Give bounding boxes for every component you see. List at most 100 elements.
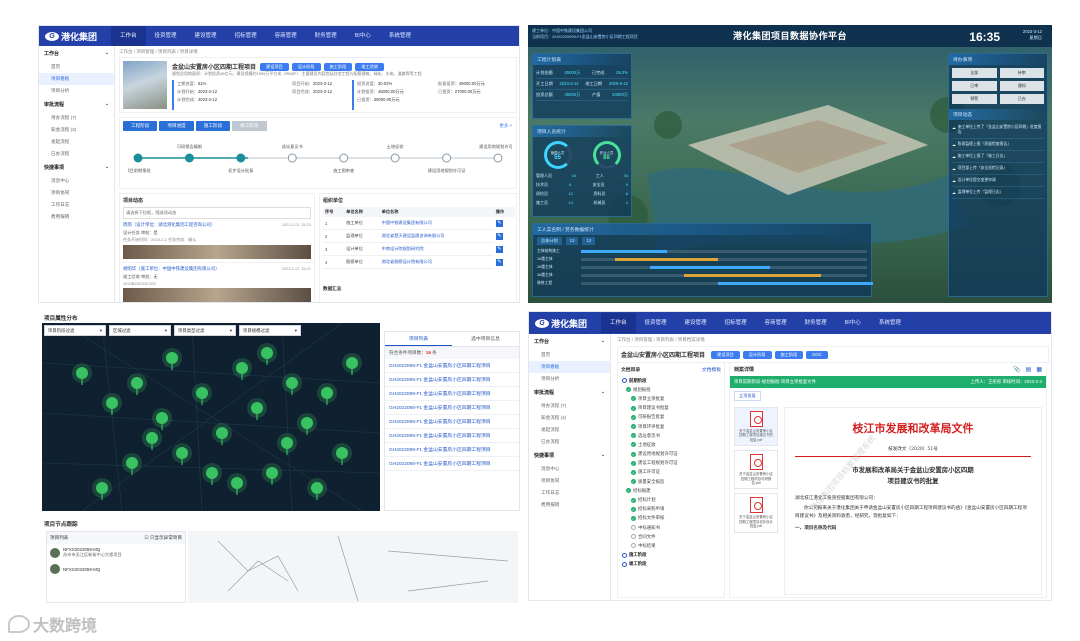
tree-item[interactable]: ✓ 可研报告批复 [622,413,720,422]
sidebar-group[interactable]: 审批流程 ⌄ [529,385,610,400]
more-link[interactable]: 更多 > [499,123,512,129]
sidebar-item[interactable]: 项目协同 [529,475,610,487]
nav-item[interactable]: 工作台 [601,313,636,333]
nav-item[interactable]: 投资管理 [636,313,676,333]
map-view[interactable]: 项目阶段过滤 ▾ 区域过滤 ▾ 项目类型过滤 ▾ 项目规模过滤 ▾ [41,322,381,512]
nav-item[interactable]: 工作台 [111,26,146,46]
todo-tab[interactable]: 通知 [999,81,1044,91]
pdf-file-card[interactable]: 关于金盆山安置房小区四期工程项目可研报告.pdf [734,450,778,490]
nav-item[interactable]: 财务管理 [306,26,346,46]
tree-group[interactable]: 施工阶段 [622,551,720,560]
project-list-item[interactable]: GH2022098-F1 金盆山安置房小区四期工程项目 [385,429,519,443]
sidebar-item[interactable]: 知会流程 (4) [529,412,610,424]
todo-tab[interactable]: 待审 [999,68,1044,78]
edit-icon[interactable]: ✎ [495,219,503,227]
tree-item[interactable]: ✓ 施工许可证 [622,468,720,477]
timeline-node[interactable] [133,153,143,163]
tree-item[interactable]: ✓ 项目环评批复 [622,422,720,431]
map-pin-icon[interactable] [162,348,182,370]
sidebar-item[interactable]: 工作日志 [39,199,114,211]
map-pin-icon[interactable] [232,358,252,380]
map-pin-icon[interactable] [307,478,327,500]
tree-item[interactable]: ✓ 招标采购申请 [622,505,720,514]
nav-item[interactable]: BI中心 [836,313,870,333]
abnormal-only-checkbox[interactable]: ☑ 只显示异常项目 [144,535,182,541]
stage-tab[interactable]: 施工阶段 [195,121,231,131]
gantt-tab[interactable]: 总体计划 [537,237,562,245]
todo-tab[interactable]: 已办 [999,94,1044,104]
stage-tab[interactable]: 竣工阶段 [232,121,267,131]
sidebar-item[interactable]: 项目看板 [529,361,610,373]
map-pin-icon[interactable] [152,408,172,430]
filter-select[interactable]: 区域过滤 ▾ [109,325,171,336]
sidebar-item[interactable]: 项目分析 [529,373,610,385]
grid-view-icon[interactable]: ▦ [1036,366,1042,373]
project-list-item[interactable]: GH2022098-F1 金盆山安置房小区四期工程项目 [385,443,519,457]
timeline-node[interactable] [390,153,400,163]
timeline-node[interactable] [184,153,194,163]
tree-item[interactable]: ✓ 招标文件审核 [622,514,720,523]
project-list-item[interactable]: GH2022098-F1 金盆山安置房小区四期工程项目 [385,387,519,401]
map-pin-icon[interactable] [142,428,162,450]
sidebar-group[interactable]: 工作台 ⌄ [529,334,610,349]
map-pin-icon[interactable] [317,383,337,405]
todo-tab[interactable]: 预警 [952,94,997,104]
tree-group[interactable]: 前期阶段 [622,376,720,385]
timeline-node[interactable] [287,153,297,163]
sidebar-item[interactable]: 消息中心 [529,463,610,475]
tree-item[interactable]: 合同文件 [622,532,720,541]
tree-subgroup[interactable]: ✓ 招标报建 [622,486,720,495]
stage-tag[interactable]: 建设项目 [260,62,289,71]
sidebar-group[interactable]: 审批流程 ⌄ [39,97,114,112]
tree-item[interactable]: ✓ 选址意见书 [622,431,720,440]
map-pin-icon[interactable] [342,353,362,375]
notice-item[interactable]: ☁ 监理单位上传『监理日志』 [952,187,1044,199]
gantt-tab[interactable]: 13 [565,237,579,245]
nav-item[interactable]: 建设管理 [676,313,716,333]
sidebar-item[interactable]: 知会流程 (3) [39,124,114,136]
todo-tab[interactable]: 已审 [952,81,997,91]
sidebar-item[interactable]: 项目协同 [39,187,114,199]
edit-icon[interactable]: ✎ [495,232,503,240]
dynamics-filter[interactable]: 请选择下拉框，筛选项动态 [123,207,311,219]
map-pin-icon[interactable] [277,433,297,455]
sidebar-item[interactable]: 首页 [39,61,114,73]
sidebar-item[interactable]: 已办流程 [39,148,114,160]
tab-selected-project[interactable]: 选中项目信息 [452,332,519,346]
map-pin-icon[interactable] [102,393,122,415]
tree-item[interactable]: 中标通知书 [622,523,720,532]
map-pin-icon[interactable] [192,383,212,405]
map-pin-icon[interactable] [282,373,302,395]
node-item[interactable]: NFXS2023059-MQ [47,561,185,577]
sidebar-group[interactable]: 快捷事项 ⌄ [529,448,610,463]
sidebar-item[interactable]: 工作日志 [529,487,610,499]
timeline-node[interactable] [236,153,246,163]
notice-item[interactable]: ☁ 施工单位上报了『施工日志』 [952,151,1044,163]
sidebar-group[interactable]: 工作台 ⌄ [39,46,114,61]
map-pin-icon[interactable] [172,443,192,465]
sidebar-item[interactable]: 费用报销 [39,211,114,223]
timeline-node[interactable] [493,153,503,163]
project-list-item[interactable]: GH2022098-F1 金盆山安置房小区四期工程项目 [385,415,519,429]
map-pin-icon[interactable] [332,443,352,465]
attach-icon[interactable]: 📎 [1013,366,1020,373]
map-pin-icon[interactable] [127,373,147,395]
map-pin-icon[interactable] [247,398,267,420]
gantt-tab[interactable]: 13 [582,237,596,245]
nav-item[interactable]: 容商管理 [756,313,796,333]
sidebar-item[interactable]: 费用报销 [529,499,610,511]
stage-tag[interactable]: 建设项目 [711,350,740,359]
nav-item[interactable]: 招标管理 [226,26,266,46]
stage-tag[interactable]: DOC [806,350,828,359]
edit-icon[interactable]: ✎ [495,258,503,266]
project-list-item[interactable]: GH2022098-F1 金盆山安置房小区四期工程项目 [385,359,519,373]
stage-tab[interactable]: 工程阶段 [123,121,158,131]
stage-tag[interactable]: 设计阶段 [742,350,772,359]
filter-select[interactable]: 项目类型过滤 ▾ [174,325,236,336]
nav-item[interactable]: 建设管理 [186,26,226,46]
nav-item[interactable]: 投资管理 [146,26,186,46]
sidebar-item[interactable]: 消息中心 [39,175,114,187]
stage-tag[interactable]: 设计阶段 [291,62,321,71]
map-pin-icon[interactable] [227,473,247,495]
tree-subgroup[interactable]: ✓ 规划报批 [622,385,720,394]
